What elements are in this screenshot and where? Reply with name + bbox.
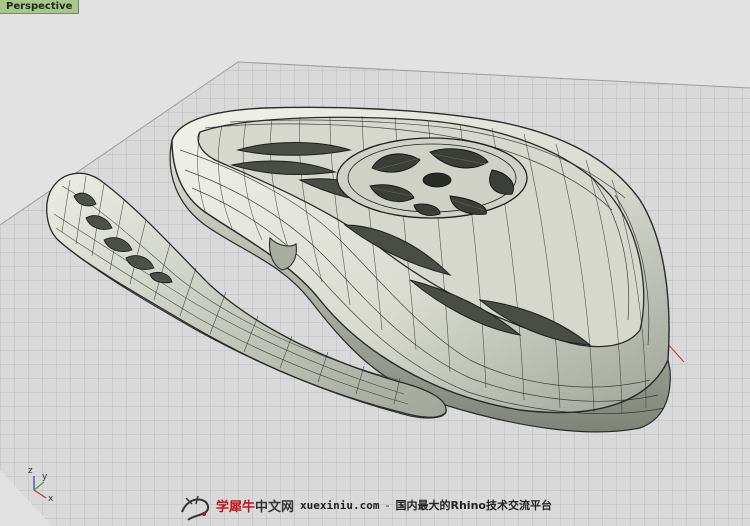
rosette-vent[interactable] xyxy=(336,137,528,219)
watermark-tagline: 国内最大的Rhino技术交流平台 xyxy=(395,499,552,512)
viewport-title-tab[interactable]: Perspective xyxy=(0,0,80,14)
watermark-url: xuexiniu.com xyxy=(300,498,380,512)
perspective-viewport[interactable]: Perspective z y x 学犀牛 中文网 xuexiniu.com - … xyxy=(0,0,750,526)
watermark-separator: - xyxy=(385,498,390,512)
axis-y-label: y xyxy=(42,472,48,482)
model-scene[interactable] xyxy=(0,0,750,526)
axis-z-label: z xyxy=(28,466,33,476)
axis-x-label: x xyxy=(48,494,54,504)
watermark-brand-red: 学犀牛 xyxy=(216,499,256,515)
watermark-brand-dark: 中文网 xyxy=(255,499,295,515)
site-watermark: 学犀牛 中文网 xuexiniu.com - 国内最大的Rhino技术交流平台 xyxy=(176,492,552,518)
